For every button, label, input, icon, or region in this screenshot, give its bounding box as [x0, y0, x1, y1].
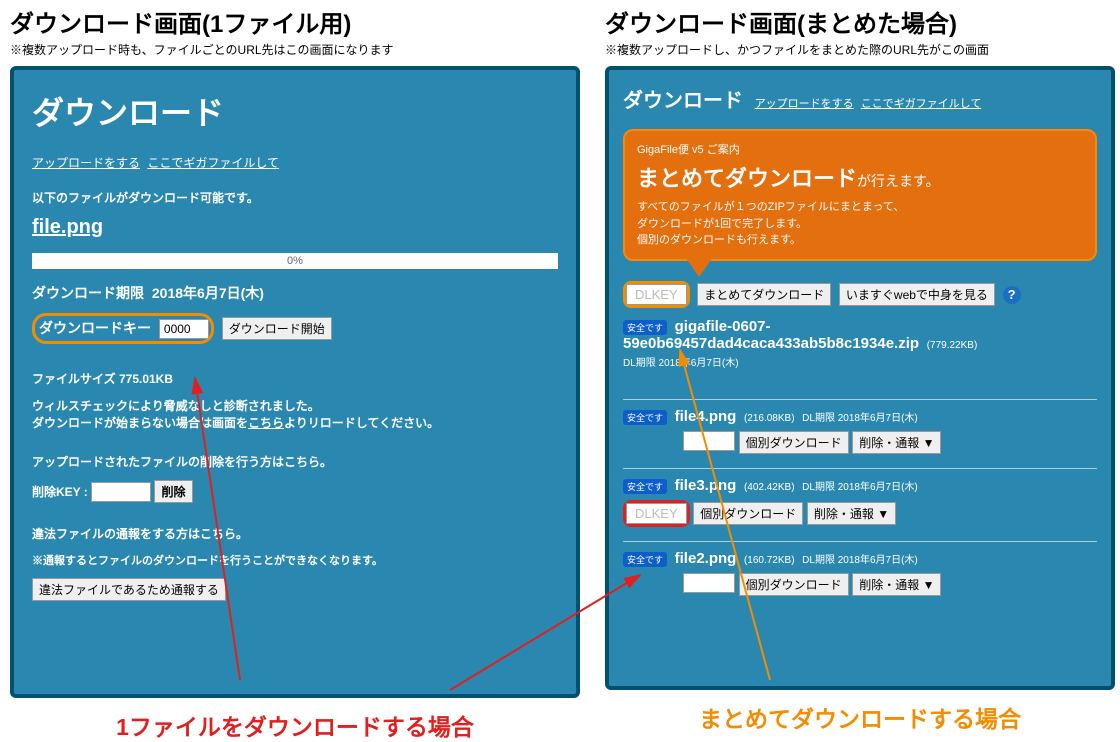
delete-report-button[interactable]: 削除・通報 ▼ [852, 431, 941, 454]
delete-report-button[interactable]: 削除・通報 ▼ [852, 573, 941, 596]
file-deadline: DL期限 2018年6月7日(木) [802, 555, 918, 566]
safe-badge: 安全です [623, 552, 667, 567]
report-msg: 違法ファイルの通報をする方はこちら。 [32, 525, 558, 542]
file-size: (216.08KB) [744, 413, 795, 424]
reload-link[interactable]: こちら [248, 416, 284, 430]
right-caption: まとめてダウンロードする場合 [605, 700, 1115, 734]
available-msg: 以下のファイルがダウンロード可能です。 [32, 189, 558, 206]
right-title: ダウンロード画面(まとめた場合) [605, 4, 1115, 39]
delete-key-input[interactable] [91, 482, 151, 502]
left-caption: 1ファイルをダウンロードする場合 [10, 708, 580, 742]
file-name: file2.png [675, 550, 737, 567]
gigafile-link-r[interactable]: ここでギガファイルして [861, 98, 982, 110]
assist-tail-icon [685, 257, 713, 277]
assist-desc1: すべてのファイルが１つのZIPファイルにまとまって、 [637, 199, 1083, 216]
reload-pre: ダウンロードが始まらない場合は画面を [32, 416, 248, 430]
assist-bubble: GigaFile便 v5 ご案内 まとめてダウンロードが行えます。 すべてのファ… [623, 129, 1097, 261]
left-panel: ダウンロード アップロードをする ここでギガファイルして 以下のファイルがダウン… [10, 66, 580, 698]
file-dlkey-input[interactable] [683, 573, 735, 593]
file-dlkey-input[interactable] [683, 431, 735, 451]
bulk-dlkey-input[interactable]: DLKEY [626, 284, 687, 305]
file-size: (402.42KB) [744, 482, 795, 493]
file-dlkey-input-highlight[interactable]: DLKEY [626, 503, 687, 524]
upload-link[interactable]: アップロードをする [32, 156, 140, 170]
assist-desc2: ダウンロードが1回で完了します。 [637, 216, 1083, 233]
left-subtitle: ※複数アップロード時も、ファイルごとのURL先はこの画面になります [10, 41, 580, 58]
file-name: file4.png [675, 408, 737, 425]
zip-size: (779.22KB) [927, 340, 978, 351]
safe-badge: 安全です [623, 320, 667, 335]
file-deadline: DL期限 2018年6月7日(木) [802, 482, 918, 493]
file-name: file3.png [675, 477, 737, 494]
assist-big: まとめてダウンロード [637, 166, 857, 191]
progress-bar: 0% [32, 253, 558, 269]
deadline-value: 2018年6月7日(木) [152, 285, 264, 301]
assist-desc3: 個別のダウンロードも行えます。 [637, 232, 1083, 249]
right-subtitle: ※複数アップロードし、かつファイルをまとめた際のURL先がこの画面 [605, 41, 1115, 58]
file-row-2: 安全です file2.png (160.72KB) DL期限 2018年6月7日… [623, 541, 1097, 596]
zip-filename: gigafile-0607-59e0b69457dad4caca433ab5b8… [623, 318, 919, 352]
help-icon[interactable]: ? [1003, 286, 1021, 304]
deadline-label: ダウンロード期限 [32, 285, 144, 301]
download-start-button[interactable]: ダウンロード開始 [222, 317, 332, 340]
download-heading-r: ダウンロード [623, 84, 743, 113]
gigafile-link[interactable]: ここでギガファイルして [147, 156, 279, 170]
file-deadline: DL期限 2018年6月7日(木) [802, 413, 918, 424]
file-row-0: 安全です file4.png (216.08KB) DL期限 2018年6月7日… [623, 399, 1097, 454]
delete-report-button[interactable]: 削除・通報 ▼ [807, 502, 896, 525]
safe-badge: 安全です [623, 410, 667, 425]
bulk-download-button[interactable]: まとめてダウンロード [697, 283, 831, 306]
delete-msg: アップロードされたファイルの削除を行う方はこちら。 [32, 453, 558, 470]
report-button[interactable]: 違法ファイルであるため通報する [32, 578, 226, 601]
upload-link-r[interactable]: アップロードをする [755, 98, 854, 110]
right-panel: ダウンロード アップロードをする ここでギガファイルして GigaFile便 v… [605, 66, 1115, 690]
filesize-text: ファイルサイズ 775.01KB [32, 370, 558, 387]
individual-download-button[interactable]: 個別ダウンロード [739, 431, 849, 454]
individual-download-button[interactable]: 個別ダウンロード [693, 502, 803, 525]
assist-big-suffix: が行えます。 [857, 173, 940, 189]
web-preview-button[interactable]: いますぐwebで中身を見る [839, 283, 995, 306]
file-size: (160.72KB) [744, 555, 795, 566]
assist-small: GigaFile便 v5 ご案内 [637, 141, 1083, 157]
download-heading: ダウンロード [32, 88, 558, 134]
zip-deadline: DL期限 2018年6月7日(木) [623, 354, 1097, 369]
delete-key-label: 削除KEY : [32, 485, 88, 499]
report-note: ※通報するとファイルのダウンロードを行うことができなくなります。 [32, 552, 558, 568]
individual-download-button[interactable]: 個別ダウンロード [739, 573, 849, 596]
download-key-input[interactable] [159, 319, 209, 339]
safe-badge: 安全です [623, 479, 667, 494]
virus-text: ウィルスチェックにより脅威なしと診断されました。 [32, 397, 558, 414]
file-row-1: 安全です file3.png (402.42KB) DL期限 2018年6月7日… [623, 468, 1097, 527]
key-label: ダウンロードキー [39, 320, 151, 336]
delete-button[interactable]: 削除 [154, 480, 192, 503]
reload-post: よりリロードしてください。 [284, 416, 439, 430]
left-title: ダウンロード画面(1ファイル用) [10, 4, 580, 39]
filename-link[interactable]: file.png [32, 216, 103, 238]
